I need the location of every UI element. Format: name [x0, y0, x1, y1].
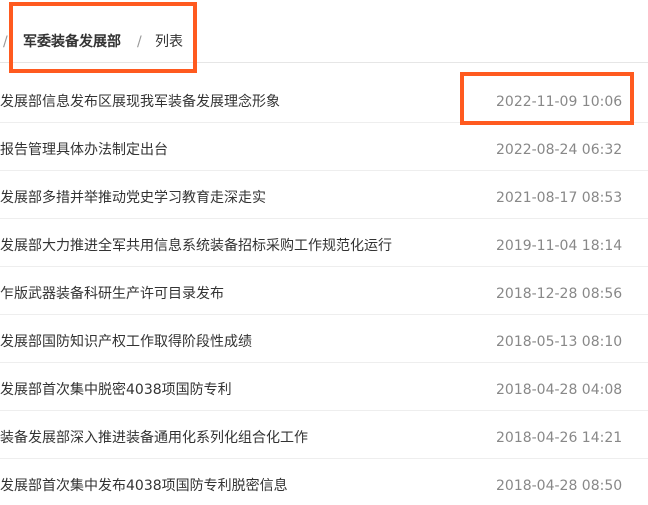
- list-item[interactable]: 发展部多措并举推动党史学习教育走深走实 2021-08-17 08:53: [0, 171, 648, 219]
- list-item-date: 2018-12-28 08:56: [496, 286, 623, 302]
- breadcrumb-separator: /: [137, 34, 142, 50]
- list-item[interactable]: 报告管理具体办法制定出台 2022-08-24 06:32: [0, 123, 648, 171]
- breadcrumb: / 军委装备发展部 / 列表: [0, 0, 648, 63]
- list-item[interactable]: 发展部首次集中脱密4038项国防专利 2018-04-28 04:08: [0, 363, 648, 411]
- list-item-title[interactable]: 乍版武器装备科研生产许可目录发布: [0, 284, 224, 304]
- list-item[interactable]: 乍版武器装备科研生产许可目录发布 2018-12-28 08:56: [0, 267, 648, 315]
- list-item[interactable]: 装备发展部深入推进装备通用化系列化组合化工作 2018-04-26 14:21: [0, 411, 648, 459]
- list-item[interactable]: 发展部国防知识产权工作取得阶段性成绩 2018-05-13 08:10: [0, 315, 648, 363]
- list-item-date: 2022-08-24 06:32: [496, 142, 623, 158]
- list-item-title[interactable]: 发展部首次集中脱密4038项国防专利: [0, 380, 232, 400]
- list-item-date: 2022-11-09 10:06: [496, 94, 623, 110]
- page: / 军委装备发展部 / 列表 发展部信息发布区展现我军装备发展理念形象 2022…: [0, 0, 648, 505]
- list-item-title[interactable]: 发展部大力推进全军共用信息系统装备招标采购工作规范化运行: [0, 236, 392, 256]
- list-item-title[interactable]: 装备发展部深入推进装备通用化系列化组合化工作: [0, 428, 308, 448]
- list-item-date: 2018-05-13 08:10: [496, 334, 623, 350]
- list-item-date: 2021-08-17 08:53: [496, 190, 623, 206]
- list-item-date: 2019-11-04 18:14: [496, 238, 623, 254]
- list-item-title[interactable]: 报告管理具体办法制定出台: [0, 140, 168, 160]
- list-item-title[interactable]: 发展部国防知识产权工作取得阶段性成绩: [0, 332, 252, 352]
- breadcrumb-current-list: 列表: [155, 34, 183, 50]
- breadcrumb-separator-lead: /: [3, 34, 8, 50]
- list-item-date: 2018-04-28 04:08: [496, 382, 623, 398]
- list-item-title[interactable]: 发展部首次集中发布4038项国防专利脱密信息: [0, 476, 288, 496]
- breadcrumb-link-department[interactable]: 军委装备发展部: [23, 33, 121, 51]
- list-item-title[interactable]: 发展部信息发布区展现我军装备发展理念形象: [0, 92, 280, 112]
- list-item-date: 2018-04-28 08:50: [496, 478, 623, 494]
- list-item-title[interactable]: 发展部多措并举推动党史学习教育走深走实: [0, 188, 266, 208]
- list-item[interactable]: 发展部首次集中发布4038项国防专利脱密信息 2018-04-28 08:50: [0, 459, 648, 505]
- news-list: 发展部信息发布区展现我军装备发展理念形象 2022-11-09 10:06 报告…: [0, 75, 648, 505]
- list-item[interactable]: 发展部大力推进全军共用信息系统装备招标采购工作规范化运行 2019-11-04 …: [0, 219, 648, 267]
- list-item-date: 2018-04-26 14:21: [496, 430, 623, 446]
- list-item[interactable]: 发展部信息发布区展现我军装备发展理念形象 2022-11-09 10:06: [0, 75, 648, 123]
